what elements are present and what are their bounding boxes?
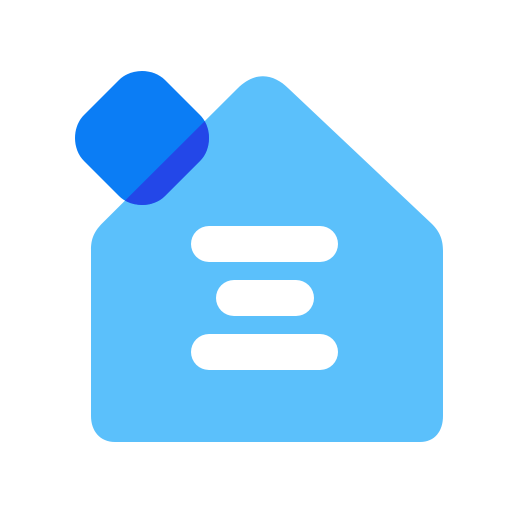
menu-line-top [191, 226, 338, 262]
menu-line-middle [216, 280, 314, 316]
house-app-icon [0, 0, 512, 512]
menu-line-bottom [191, 334, 338, 370]
